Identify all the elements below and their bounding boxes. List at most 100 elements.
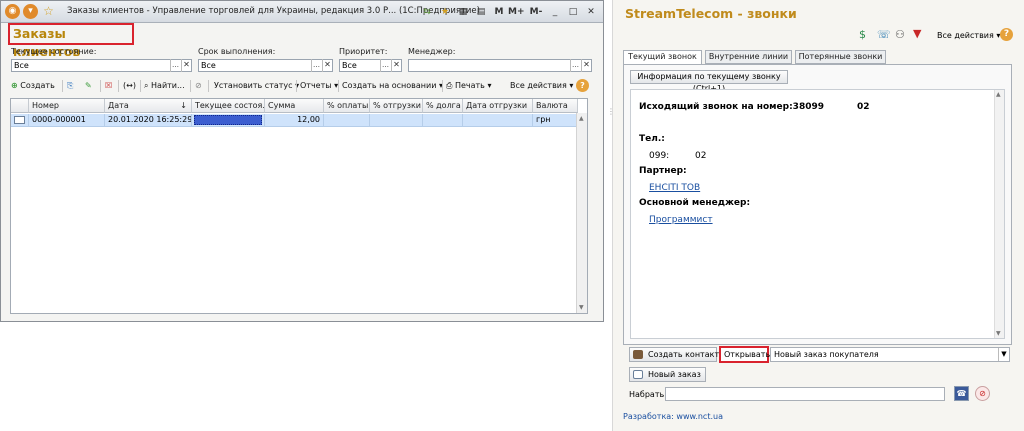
mem-minus-button[interactable]: M- [528, 5, 544, 19]
choose-icon[interactable]: … [380, 59, 390, 72]
choose-icon[interactable]: … [311, 59, 321, 72]
column-header-debt[interactable]: % долга [423, 99, 463, 113]
clear-icon[interactable]: ✕ [181, 59, 191, 72]
cell-shipped [370, 114, 423, 127]
call-info-button[interactable]: Информация по текущему звонку (Ctrl+1) [630, 70, 788, 93]
call-icon[interactable]: ☏ [877, 28, 891, 41]
call-info-area: Исходящий звонок на номер:38099 02 Тел.:… [630, 89, 1005, 339]
create-contact-label: Создать контакт [648, 350, 720, 359]
manager-label: Основной менеджер: [639, 198, 751, 208]
filter-state-label: Текущее состояние: [11, 47, 97, 56]
star-icon[interactable]: ★ [439, 5, 451, 19]
new-order-button[interactable]: Новый заказ [629, 367, 706, 382]
dropdown-icon[interactable]: ▾ [23, 4, 38, 19]
users-icon[interactable]: ⚇ [895, 28, 905, 41]
dial-input[interactable] [665, 387, 945, 401]
app-menu-icon[interactable]: ◉ [5, 4, 20, 19]
all-actions-label: Все действия [937, 31, 994, 40]
cell-sum: 12,00 [265, 114, 324, 127]
table-row[interactable]: 0000-000001 20.01.2020 16:25:29 12,00 гр… [11, 114, 577, 127]
scroll-up-icon[interactable]: ▲ [996, 91, 1001, 98]
choose-icon[interactable]: … [570, 59, 580, 72]
filter-priority-field[interactable]: Все … ✕ [339, 59, 402, 72]
cancel-search-icon[interactable]: ⊘ [195, 78, 202, 94]
column-header-sum[interactable]: Сумма [265, 99, 324, 113]
column-header-state[interactable]: Текущее состоя... [192, 99, 265, 113]
edit-icon[interactable]: ✎ [85, 78, 92, 94]
refresh-icon[interactable]: (↔) [123, 78, 136, 94]
maximize-button[interactable]: □ [567, 5, 579, 19]
vertical-scrollbar[interactable]: ▲ ▼ [576, 113, 587, 313]
column-header-number[interactable]: Номер [29, 99, 105, 113]
developer-link[interactable]: Разработка: www.nct.ua [623, 412, 723, 421]
create-basis-button[interactable]: Создать на основании ▾ [342, 78, 443, 94]
set-status-button[interactable]: Установить статус ▾ [214, 78, 299, 94]
column-header-date[interactable]: Дата ↓ [105, 99, 192, 113]
column-header-ship-date[interactable]: Дата отгрузки [463, 99, 533, 113]
cell-debt [423, 114, 463, 127]
copy-icon[interactable]: ⎘ [67, 78, 73, 94]
column-header-paid[interactable]: % оплаты [324, 99, 370, 113]
filter-manager-field[interactable]: … ✕ [408, 59, 592, 72]
phone-label: Тел.: [639, 134, 665, 144]
filter-deadline-value: Все [201, 61, 216, 70]
clear-icon[interactable]: ✕ [391, 59, 401, 72]
dial-button-icon[interactable]: ☎ [954, 386, 969, 401]
window-title: Заказы клиентов - Управление торговлей д… [67, 6, 480, 16]
mem-m-button[interactable]: M [493, 5, 505, 19]
filter-deadline-field[interactable]: Все … ✕ [198, 59, 333, 72]
column-header-shipped[interactable]: % отгрузки [370, 99, 423, 113]
scroll-down-icon[interactable]: ▼ [579, 304, 584, 311]
partner-label: Партнер: [639, 166, 687, 176]
find-button[interactable]: ⌕ Найти... [144, 78, 185, 94]
mem-plus-button[interactable]: M+ [508, 5, 525, 19]
open-select[interactable]: Новый заказ покупателя ▼ [770, 347, 1010, 362]
minimize-button[interactable]: _ [549, 5, 561, 19]
hangup-button-icon[interactable]: ⊘ [975, 386, 990, 401]
create-label: Создать [20, 81, 55, 90]
help-icon[interactable]: ? [576, 79, 589, 92]
all-actions-button[interactable]: Все действия ▾ [937, 31, 1000, 40]
column-header-date-label: Дата [108, 101, 129, 110]
create-contact-button[interactable]: Создать контакт [629, 347, 720, 362]
set-status-label: Установить статус [214, 81, 293, 90]
scroll-up-icon[interactable]: ▲ [579, 115, 584, 122]
clear-icon[interactable]: ✕ [581, 59, 591, 72]
delete-icon[interactable]: ☒ [105, 78, 112, 94]
filter-icon[interactable]: ▼ [913, 27, 921, 40]
reports-button[interactable]: Отчеты ▾ [300, 78, 338, 94]
close-button[interactable]: ✕ [585, 5, 597, 19]
link-icon[interactable]: ⇆ [421, 5, 433, 19]
calculator-icon[interactable]: ▦ [457, 5, 469, 19]
filter-deadline-label: Срок выполнения: [198, 47, 276, 56]
cell-state [192, 114, 265, 127]
tab-internal-lines[interactable]: Внутренние линии [705, 50, 792, 64]
manager-link[interactable]: Программист [649, 215, 713, 225]
partner-link[interactable]: ЕНСІТІ ТОВ [649, 183, 700, 193]
favorite-star-icon[interactable]: ☆ [41, 4, 56, 19]
call-heading-tail: 02 [857, 102, 870, 112]
splitter-handle[interactable]: ⋮ [607, 108, 615, 122]
vertical-scrollbar[interactable]: ▲ ▼ [994, 90, 1004, 338]
calendar-icon[interactable]: ▤ [475, 5, 487, 19]
tab-lost-calls[interactable]: Потерянные звонки [795, 50, 886, 64]
print-button[interactable]: ⎙ Печать ▾ [446, 78, 491, 94]
document-icon [633, 370, 643, 379]
tab-current-call[interactable]: Текущий звонок [623, 50, 702, 65]
chevron-down-icon[interactable]: ▼ [998, 348, 1009, 361]
create-button[interactable]: ⊕ Создать [11, 78, 55, 94]
help-icon[interactable]: ? [1000, 28, 1013, 41]
column-header-icon [11, 99, 29, 113]
column-header-currency[interactable]: Валюта [533, 99, 578, 113]
all-actions-button[interactable]: Все действия ▾ [510, 78, 573, 94]
cell-number: 0000-000001 [29, 114, 105, 127]
cell-date: 20.01.2020 16:25:29 [105, 114, 192, 127]
sort-arrow-icon: ↓ [180, 101, 187, 110]
clear-icon[interactable]: ✕ [322, 59, 332, 72]
open-select-value: Новый заказ покупателя [774, 350, 879, 359]
phone-tail: 02 [695, 151, 707, 161]
filter-state-field[interactable]: Все … ✕ [11, 59, 192, 72]
choose-icon[interactable]: … [170, 59, 180, 72]
scroll-down-icon[interactable]: ▼ [996, 330, 1001, 337]
stream-logo-icon[interactable]: $ [859, 28, 866, 41]
